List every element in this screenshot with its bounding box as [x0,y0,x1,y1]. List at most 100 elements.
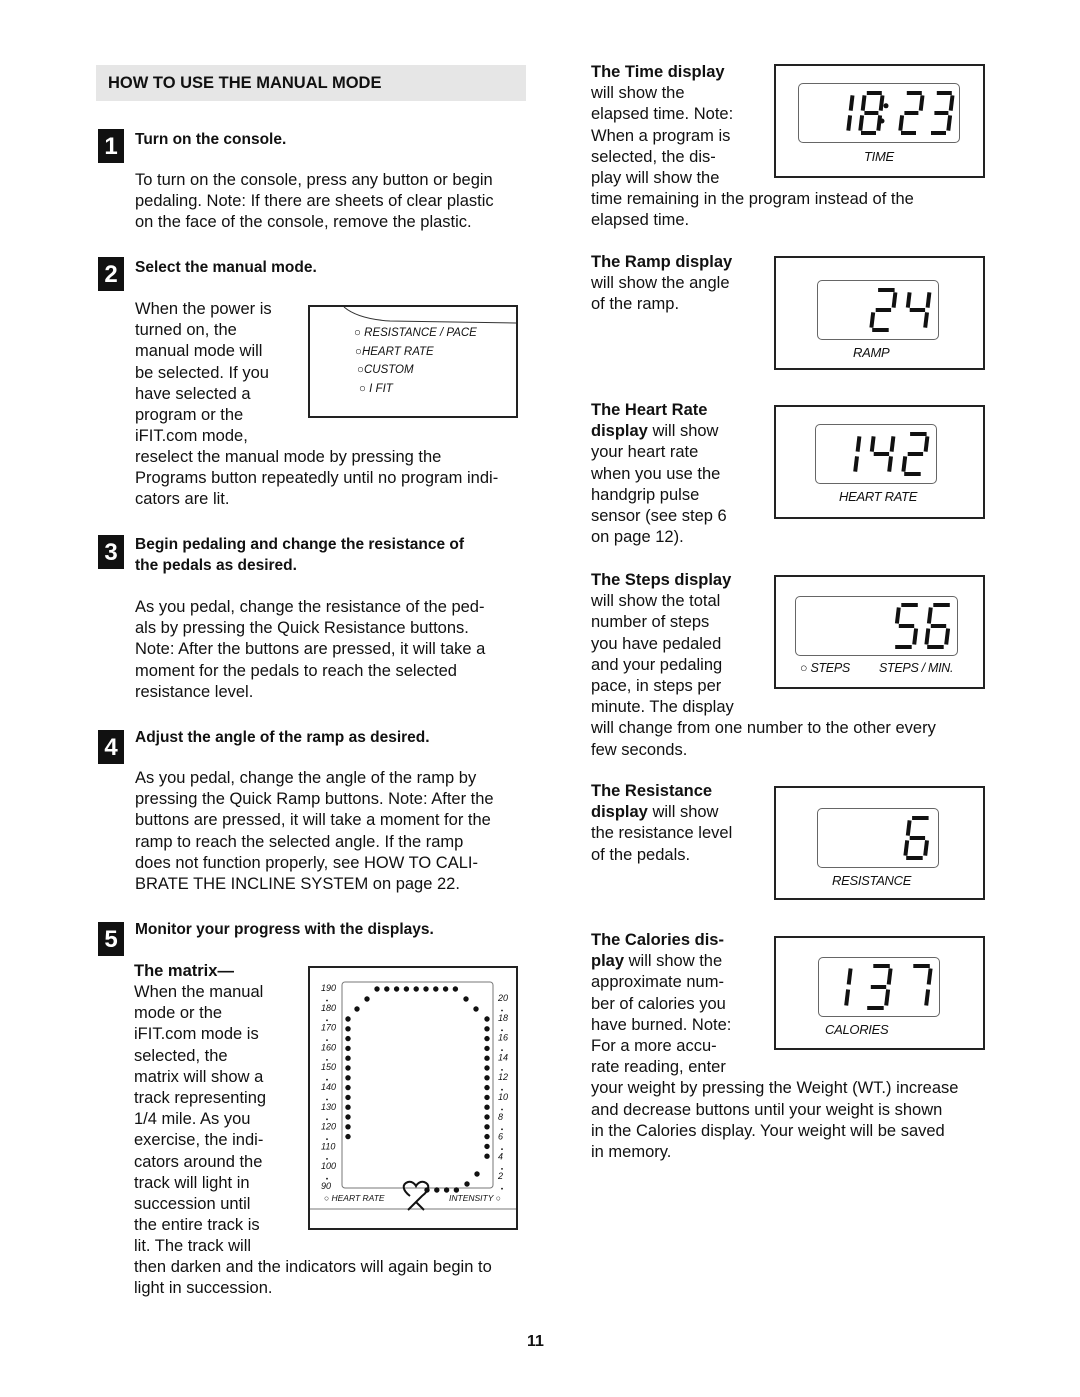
lcd-segment [946,115,953,131]
text-line: in the Calories display. Your weight wil… [591,1121,945,1140]
text-line: pedaling. Note: If there are sheets of c… [135,192,494,211]
heart-rate-lcd [815,424,937,484]
resistance-value-segments [903,816,929,860]
text-line: track will light in [134,1173,250,1192]
text-line: pressing the Quick Ramp buttons. Note: A… [135,790,494,809]
track-indicator-dot [384,986,390,992]
intensity-tick-label: 2 [497,1171,503,1181]
text-line: 1/4 mile. As you [134,1110,251,1129]
track-indicator-dot [345,1104,351,1110]
text-line: When the power is [135,300,272,318]
lcd-segment [925,292,932,308]
text-line: does not function properly, see HOW TO C… [135,853,478,872]
step-5-number: 5 [98,922,124,956]
text-line: will show [647,803,719,822]
track-indicator-dot [484,1084,490,1091]
track-indicator-dot [473,1006,479,1012]
track-indicator-dot [484,1016,490,1022]
track-indicator-dot [345,1133,351,1140]
heart-rate-display-panel: HEART RATE [774,405,985,519]
text-line: mode or the [134,1004,223,1023]
lcd-segment [860,95,867,111]
track-indicator-dot [345,1026,351,1032]
lcd-segment [869,312,876,328]
tick-dot [326,999,328,1002]
heart-rate-tick-label: 150 [321,1062,336,1072]
tick-dot [326,1078,328,1081]
text-line: selected, the [134,1046,228,1065]
text-line: reselect the manual mode by pressing the [135,448,442,466]
text-line: few seconds. [591,740,688,759]
tick-dot [501,1108,503,1111]
intensity-tick-label: 8 [498,1112,503,1122]
text-line: Begin pedaling and change the resistance… [135,536,465,553]
text-line: matrix will show a [134,1067,264,1086]
text-line: manual mode will [135,342,263,361]
heart-rate-tick-label: 160 [321,1042,336,1052]
track-indicator-dot [345,1065,351,1071]
text-line: light in succession. [134,1279,273,1298]
step-5-title: Monitor your progress with the displays. [135,921,434,938]
track-indicator-dot [345,1045,351,1052]
tick-dot [501,1148,503,1150]
text-line: lit. The track will [134,1237,252,1256]
lcd-segment [903,840,910,856]
track-indicator-dot [484,1094,490,1101]
track-indicator-dot [484,1143,490,1150]
track-indicator-dot [403,986,410,992]
matrix-subhead: The matrix— [134,962,234,980]
text-line: buttons are pressed, it will take a mome… [135,811,491,830]
text-line: To turn on the console, press any button… [135,171,493,189]
text-line: the resistance level [591,824,733,843]
track-indicator-dot [443,1187,450,1193]
indicator-led-icon: ○ [355,346,362,358]
lcd-segment [846,115,853,131]
text-line: your heart rate [591,443,699,462]
heart-rate-tick-label: 100 [321,1161,336,1171]
ramp-display-panel: RAMP [774,256,985,370]
tick-dot [326,1158,328,1160]
lcd-segment [848,95,855,111]
track-frame [341,981,494,1189]
heart-rate-tick-label: 140 [321,1082,336,1092]
track-indicator-dot [484,1065,490,1071]
text-line: on page 12). [591,528,684,547]
lcd-segment [898,115,905,131]
track-indicator-dot [354,1006,360,1012]
heart-rate-tick-label: 190 [321,983,336,993]
intensity-tick-label: 4 [498,1151,503,1161]
track-indicator-dot [433,986,439,992]
heart-rate-indicator: ○ HEART RATE [324,1193,385,1203]
tick-dot [501,1009,503,1012]
lcd-segment [923,436,930,452]
track-indicator-dot [463,996,469,1002]
lcd-colon-dot [883,103,889,109]
desc-heading-cont: play [591,952,625,971]
track-indicator-dot [484,1124,490,1130]
text-line: turned on, the [135,321,237,340]
track-matrix: 190 180 170 160 150 140 130 120 110 100 90 20 18 16 1… [310,981,516,1211]
ramp-display-desc: The Ramp display will show the angle of … [591,252,732,316]
text-line: of the ramp. [591,295,680,314]
track-indicator-dot [484,1075,490,1081]
calories-label: CALORIES [825,1022,889,1037]
text-line: As you pedal, change the resistance of t… [135,598,485,616]
track-indicator-dot [453,1187,460,1193]
tick-dot [326,1118,328,1121]
text-line: handgrip pulse [591,485,700,504]
heart-rate-tick-label: 180 [321,1003,336,1013]
track-indicator-dot [413,986,419,992]
text-line: iFIT.com mode, [135,427,248,446]
track-indicator-dot [393,986,400,992]
track-indicator-dot [484,1055,490,1061]
indicator-led-icon: ○ [324,1193,332,1203]
tick-dot [326,1039,328,1041]
heart-rate-scale: 190 180 170 160 150 140 130 120 110 100 90 [321,983,336,1191]
text-line: the entire track is [134,1216,260,1235]
indicator-led-icon: ○ [493,1193,501,1203]
text-line: then darken and the indicators will agai… [134,1258,492,1276]
time-label: TIME [864,149,894,164]
lcd-segment [853,456,859,472]
track-indicator-dot [345,1114,351,1120]
track-indicator-dot [345,1094,351,1101]
